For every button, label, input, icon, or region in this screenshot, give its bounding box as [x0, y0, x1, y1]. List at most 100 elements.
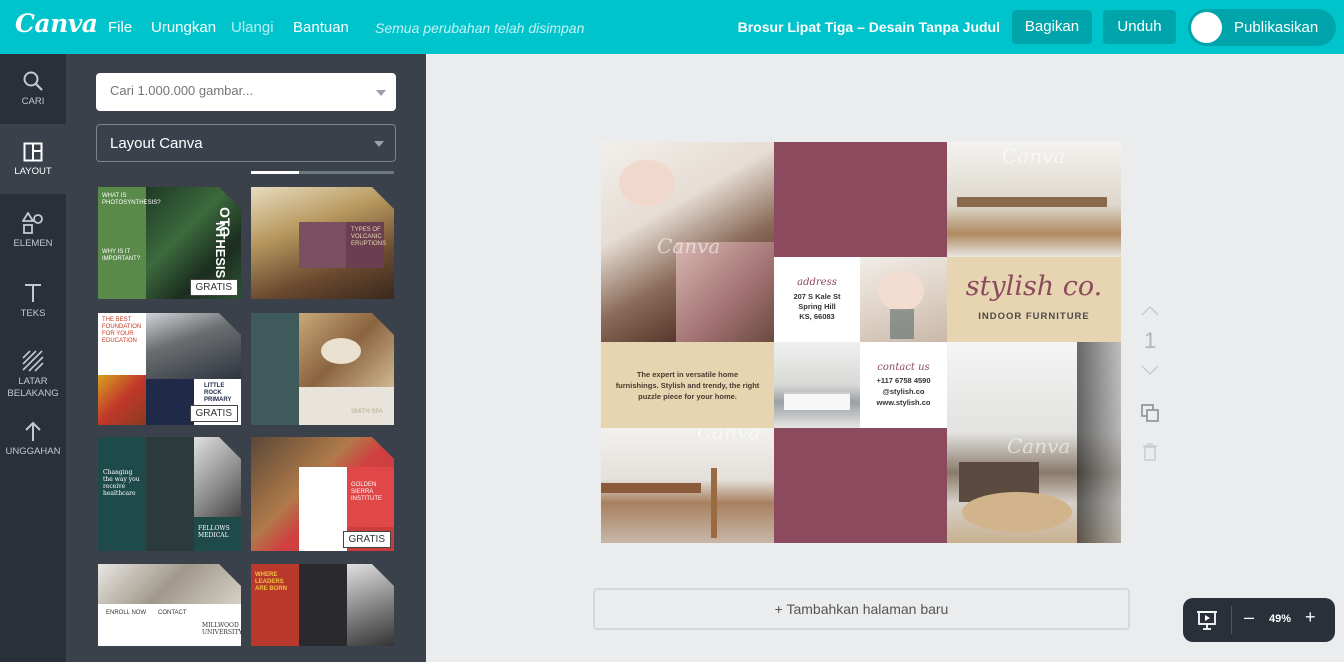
address-line-3: KS, 66083: [799, 312, 835, 321]
rail-background-label-2: BELAKANG: [7, 388, 59, 399]
free-badge: GRATIS: [342, 531, 391, 548]
rail-search[interactable]: CARI: [0, 54, 66, 124]
rail-uploads-label: UNGGAHAN: [5, 446, 61, 457]
template-text: MILLWOOD UNIVERSITY: [202, 622, 241, 636]
page-fold: [219, 437, 241, 459]
document-title[interactable]: Brosur Lipat Tiga – Desain Tanpa Judul: [738, 19, 1000, 35]
template-text: Changing the way you receive healthcare: [103, 469, 140, 497]
background-pattern-icon: [22, 350, 44, 372]
rail-background-label-1: LATAR: [18, 376, 48, 387]
contact-title: contact us: [877, 362, 930, 373]
save-status: Semua perubahan telah disimpan: [375, 20, 585, 36]
toggle-knob: [1191, 12, 1222, 43]
free-badge: GRATIS: [189, 405, 238, 422]
template-text: WHERE LEADERS ARE BORN: [255, 572, 288, 592]
watermark: Canva: [1002, 144, 1066, 168]
menu-help[interactable]: Bantuan: [293, 19, 349, 36]
top-bar: Canva File Urungkan Ulangi Bantuan Semua…: [0, 0, 1344, 54]
page-fold: [219, 313, 241, 335]
watermark: Canva: [697, 428, 761, 444]
upload-arrow-icon: [25, 421, 41, 441]
add-page-button[interactable]: + Tambahkan halaman baru: [593, 588, 1130, 630]
address-line-2: Spring Hill: [798, 302, 836, 311]
photo-chairs[interactable]: Canva: [601, 428, 774, 543]
photo-living-room[interactable]: Canva: [947, 342, 1121, 543]
zoom-in-button[interactable]: +: [1305, 607, 1316, 628]
tagline-text: The expert in versatile home furnishings…: [615, 370, 760, 401]
move-page-down-icon[interactable]: [1139, 364, 1161, 376]
present-icon[interactable]: [1196, 609, 1218, 631]
contact-phone: +117 6758 4590: [876, 376, 931, 385]
scroll-thumb[interactable]: [251, 171, 299, 174]
template-card-little-rock[interactable]: THE BEST FOUNDATION FOR YOUR EDUCATION L…: [98, 313, 241, 425]
template-card-spa[interactable]: SMITH SPA: [251, 313, 394, 425]
publish-label: Publikasikan: [1234, 19, 1319, 36]
brand-block[interactable]: stylish co. INDOOR FURNITURE: [947, 257, 1121, 342]
left-rail: CARI LAYOUT ELEMEN TEKS LATAR BELAKANG U…: [0, 54, 66, 662]
rail-search-label: CARI: [21, 96, 45, 107]
page-fold: [372, 564, 394, 586]
tagline-block[interactable]: The expert in versatile home furnishings…: [601, 342, 774, 428]
watermark: Canva: [657, 234, 721, 258]
zoom-out-button[interactable]: –: [1244, 607, 1254, 628]
page-fold: [219, 187, 241, 209]
template-card-millwood[interactable]: ENROLL NOW CONTACT MILLWOOD UNIVERSITY: [98, 564, 241, 646]
photo-flower-vase[interactable]: [860, 257, 947, 342]
publish-toggle[interactable]: Publikasikan: [1188, 9, 1336, 46]
panel-scroll-indicator: [251, 171, 394, 174]
template-text: TYPES OF VOLCANIC ERUPTIONS: [351, 227, 387, 247]
move-page-up-icon[interactable]: [1139, 305, 1161, 317]
duplicate-page-icon[interactable]: [1140, 403, 1160, 423]
canva-logo[interactable]: Canva: [15, 9, 98, 38]
rail-background[interactable]: LATAR BELAKANG: [0, 336, 66, 408]
zoom-level[interactable]: 49%: [1269, 613, 1291, 625]
share-button[interactable]: Bagikan: [1012, 10, 1092, 44]
search-dropdown-caret-icon[interactable]: [376, 90, 386, 96]
layout-select[interactable]: Layout Canva: [96, 124, 396, 162]
template-card-fellows-medical[interactable]: Changing the way you receive healthcare …: [98, 437, 241, 551]
contact-block[interactable]: contact us +117 6758 4590 @stylish.co ww…: [860, 342, 947, 428]
brand-name: stylish co.: [965, 271, 1103, 302]
free-badge: GRATIS: [189, 279, 238, 296]
rail-layout[interactable]: LAYOUT: [0, 124, 66, 194]
template-card-leaders[interactable]: WHERE LEADERS ARE BORN: [251, 564, 394, 646]
text-icon: [25, 284, 41, 302]
template-card-photosynthesis[interactable]: WHAT IS PHOTOSYNTHESIS? WHY IS IT IMPORT…: [98, 187, 241, 299]
template-card-golden-sierra[interactable]: GOLDEN SIERRA INSTITUTE GRATIS: [251, 437, 394, 551]
template-text: WHY IS IT IMPORTANT?: [102, 249, 141, 262]
page-fold: [219, 564, 241, 586]
menu-file[interactable]: File: [108, 19, 132, 36]
template-text: WHAT IS PHOTOSYNTHESIS?: [102, 193, 161, 206]
address-line-1: 207 S Kale St: [793, 292, 841, 301]
photo-flowers-chair[interactable]: Canva: [601, 142, 774, 342]
shapes-icon: [22, 212, 43, 234]
delete-page-icon[interactable]: [1142, 443, 1158, 461]
page-fold: [372, 437, 394, 459]
address-block[interactable]: address 207 S Kale St Spring Hill KS, 66…: [774, 257, 860, 342]
rail-elements[interactable]: ELEMEN: [0, 194, 66, 264]
mauve-block-top: [774, 142, 947, 257]
page-fold: [372, 187, 394, 209]
rail-text[interactable]: TEKS: [0, 264, 66, 334]
template-card-volcanic[interactable]: TYPES OF VOLCANIC ERUPTIONS: [251, 187, 394, 299]
photo-kitchen[interactable]: [774, 342, 860, 428]
page-number: 1: [1144, 328, 1157, 353]
image-search-box[interactable]: [96, 73, 396, 111]
photo-dining[interactable]: Canva: [947, 142, 1121, 257]
download-button[interactable]: Unduh: [1103, 10, 1176, 44]
template-text: LITTLE ROCK PRIMARY: [204, 383, 232, 403]
template-text: FELLOWS MEDICAL: [198, 525, 230, 539]
menu-redo[interactable]: Ulangi: [231, 19, 274, 36]
contact-website: www.stylish.co: [876, 398, 931, 407]
rail-uploads[interactable]: UNGGAHAN: [0, 408, 66, 478]
template-text: GOLDEN SIERRA INSTITUTE: [351, 482, 382, 502]
template-text: ENROLL NOW: [106, 610, 147, 616]
rail-elements-label: ELEMEN: [13, 238, 53, 249]
template-text: NTHESIS: [213, 222, 228, 279]
templates-panel: Layout Canva WHAT IS PHOTOSYNTHESIS? WHY…: [66, 54, 426, 662]
design-canvas[interactable]: Canva Canva address 207 S Kale St Spring…: [601, 142, 1121, 543]
watermark: Canva: [1007, 434, 1071, 458]
mauve-block-bottom: [774, 428, 947, 543]
image-search-input[interactable]: [110, 83, 360, 98]
menu-undo[interactable]: Urungkan: [151, 19, 216, 36]
